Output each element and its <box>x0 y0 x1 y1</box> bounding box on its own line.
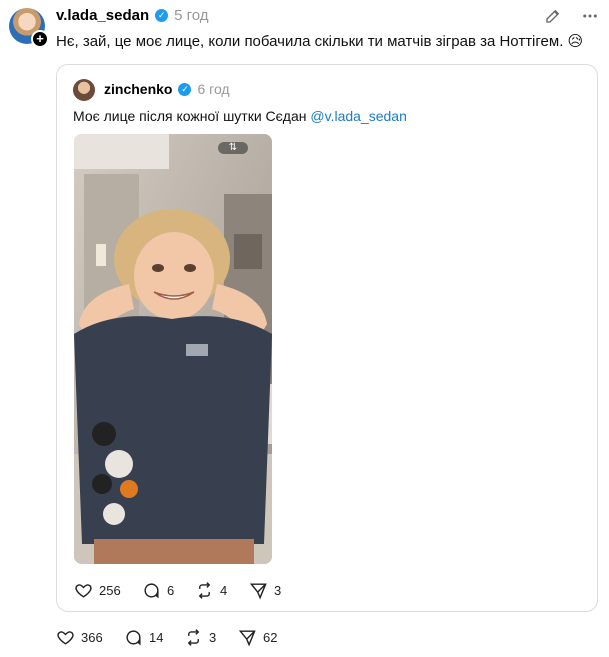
comment-count: 14 <box>149 630 164 645</box>
post-text: Нє, зай, це моє лице, коли побачила скіл… <box>56 32 583 50</box>
mention-link[interactable]: @v.lada_sedan <box>310 108 406 124</box>
post-text-body: Нє, зай, це моє лице, коли побачила скіл… <box>56 33 564 50</box>
quoted-post-time[interactable]: 6 год <box>197 81 229 97</box>
like-button[interactable]: 366 <box>56 628 103 647</box>
more-icon[interactable] <box>581 7 599 30</box>
video-frame <box>74 134 272 564</box>
repost-icon <box>187 629 200 646</box>
quoted-repost-count: 4 <box>220 583 228 598</box>
post-time[interactable]: 5 год <box>174 7 208 24</box>
share-count: 62 <box>263 630 278 645</box>
pencil-icon[interactable] <box>544 7 562 30</box>
quoted-share-button[interactable]: 3 <box>249 581 281 600</box>
quoted-repost-button[interactable]: 4 <box>195 581 227 600</box>
heart-icon <box>75 584 92 598</box>
follow-plus-icon[interactable]: + <box>31 30 49 48</box>
quoted-post-header: zinchenko ✓ 6 год <box>104 81 230 97</box>
video-repost-badge: ⇅ <box>218 142 248 154</box>
repost-button[interactable]: 3 <box>184 628 216 647</box>
verified-icon: ✓ <box>155 9 169 22</box>
quoted-comment-count: 6 <box>167 583 175 598</box>
post-header: v.lada_sedan ✓ 5 год <box>56 7 209 24</box>
like-count: 366 <box>81 630 103 645</box>
quoted-comment-button[interactable]: 6 <box>142 581 174 600</box>
video-thumbnail[interactable]: ⇅ <box>74 134 272 564</box>
verified-icon: ✓ <box>178 82 192 96</box>
heart-icon <box>57 631 74 645</box>
share-icon <box>238 630 256 647</box>
quoted-post-text: Моє лице після кожної шутки Сєдан @v.lad… <box>73 108 407 124</box>
repost-icon <box>198 582 211 599</box>
comment-icon <box>144 583 159 599</box>
comment-button[interactable]: 14 <box>124 628 163 647</box>
quoted-like-count: 256 <box>99 583 121 598</box>
quoted-author-username[interactable]: zinchenko <box>104 81 172 97</box>
author-username[interactable]: v.lada_sedan <box>56 7 149 24</box>
quoted-like-button[interactable]: 256 <box>74 581 121 600</box>
emoji-sad: 😥 <box>567 33 584 50</box>
quoted-author-avatar[interactable] <box>73 79 95 101</box>
share-icon <box>249 583 267 600</box>
share-button[interactable]: 62 <box>238 628 277 647</box>
quoted-text-body: Моє лице після кожної шутки Сєдан <box>73 108 307 124</box>
quoted-share-count: 3 <box>274 583 282 598</box>
repost-count: 3 <box>209 630 217 645</box>
comment-icon <box>126 630 141 646</box>
